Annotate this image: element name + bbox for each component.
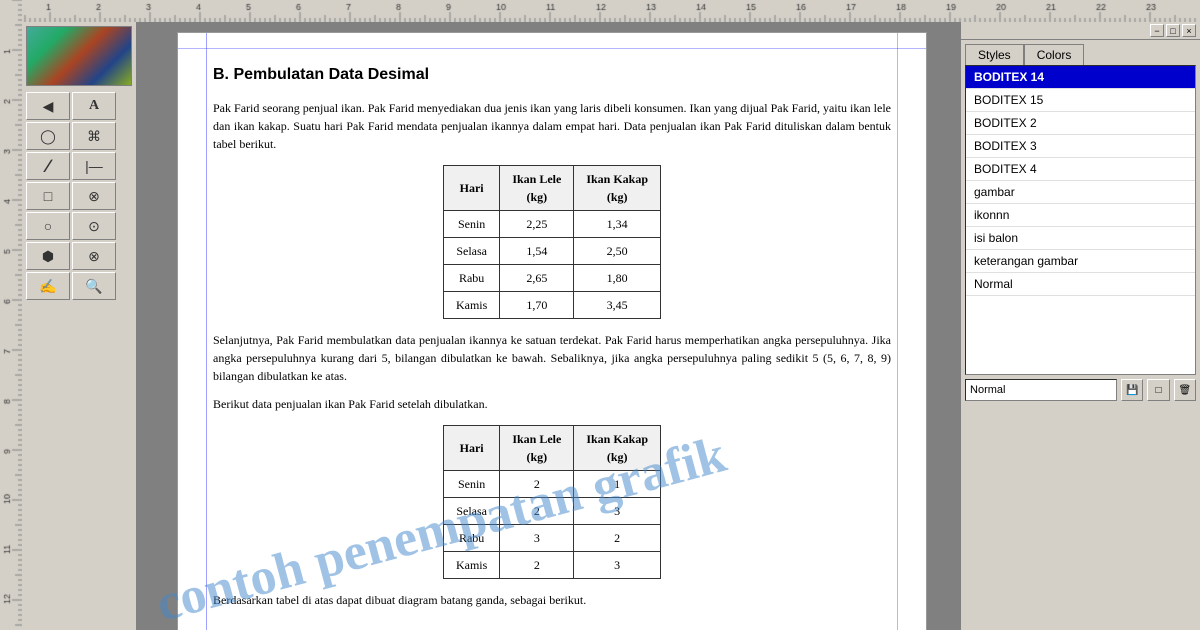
table-row: Kamis1,703,45 (443, 292, 660, 319)
table2-header-lele: Ikan Lele(kg) (500, 426, 574, 471)
select-tool-btn[interactable]: ◀ (26, 92, 70, 120)
paragraph-3: Berikut data penjualan ikan Pak Farid se… (213, 395, 891, 413)
maximize-btn[interactable]: □ (1166, 24, 1180, 37)
styles-list[interactable]: BODITEX 14BODITEX 15BODITEX 2BODITEX 3BO… (965, 65, 1196, 375)
table-row: Senin2,251,34 (443, 211, 660, 238)
ruler-top (0, 0, 1200, 22)
zoom-tool-btn[interactable]: 🔍 (72, 272, 116, 300)
table-2: Hari Ikan Lele(kg) Ikan Kakap(kg) Senin2… (443, 425, 661, 579)
table1-header-lele: Ikan Lele(kg) (500, 166, 574, 211)
table2-header-kakap: Ikan Kakap(kg) (574, 426, 661, 471)
tab-colors[interactable]: Colors (1024, 44, 1085, 65)
panel-tabs: Styles Colors (961, 40, 1200, 65)
document-page: B. Pembulatan Data Desimal Pak Farid seo… (177, 32, 927, 630)
ellipse-tool-btn[interactable]: ◯ (26, 122, 70, 150)
style-list-item[interactable]: keterangan gambar (966, 250, 1195, 273)
toolbar: ◀ A ◯ ⌘ ∕ |— □ ⊗ ○ ⊙ ⬢ ⊗ ✍ 🔍 (22, 22, 137, 630)
crop-tool-btn[interactable]: ⌘ (72, 122, 116, 150)
delete-style-btn[interactable]: 🗑 (1174, 379, 1196, 401)
table-row: Rabu2,651,80 (443, 265, 660, 292)
styles-bottom-bar: 💾 □ 🗑 (961, 375, 1200, 405)
style-list-item[interactable]: isi balon (966, 227, 1195, 250)
table2-header-hari: Hari (443, 426, 499, 471)
style-list-item[interactable]: BODITEX 3 (966, 135, 1195, 158)
style-list-item[interactable]: BODITEX 2 (966, 112, 1195, 135)
line-tool-btn[interactable]: ∕ (26, 152, 70, 180)
page-margin-left (206, 33, 207, 630)
style-list-item[interactable]: Normal (966, 273, 1195, 296)
table1-header-kakap: Ikan Kakap(kg) (574, 166, 661, 211)
main-canvas-area: B. Pembulatan Data Desimal Pak Farid seo… (137, 22, 960, 630)
rect-tool-btn[interactable]: □ (26, 182, 70, 210)
page-margin-right (897, 33, 898, 630)
style-list-item[interactable]: BODITEX 15 (966, 89, 1195, 112)
ruler-left (0, 0, 22, 630)
star-tool-btn[interactable]: ⊙ (72, 212, 116, 240)
save-style-btn[interactable]: 💾 (1121, 379, 1143, 401)
close-btn[interactable]: × (1182, 24, 1196, 37)
paragraph-2: Selanjutnya, Pak Farid membulatkan data … (213, 331, 891, 385)
table-row: Kamis23 (443, 552, 660, 579)
hex2-tool-btn[interactable]: ⊗ (72, 242, 116, 270)
table-1: Hari Ikan Lele(kg) Ikan Kakap(kg) Senin2… (443, 165, 661, 319)
hex-tool-btn[interactable]: ⬢ (26, 242, 70, 270)
table1-header-hari: Hari (443, 166, 499, 211)
table-row: Rabu32 (443, 525, 660, 552)
style-list-item[interactable]: BODITEX 14 (966, 66, 1195, 89)
text-tool-btn[interactable]: A (72, 92, 116, 120)
circle-tool-btn[interactable]: ○ (26, 212, 70, 240)
toolbar-preview (26, 26, 132, 86)
page-title: B. Pembulatan Data Desimal (213, 63, 891, 87)
table-row: Selasa23 (443, 498, 660, 525)
paragraph-1: Pak Farid seorang penjual ikan. Pak Fari… (213, 99, 891, 153)
style-list-item[interactable]: BODITEX 4 (966, 158, 1195, 181)
style-name-field[interactable] (965, 379, 1117, 401)
page-margin-top (178, 48, 926, 49)
tab-styles[interactable]: Styles (965, 44, 1024, 65)
hand-tool-btn[interactable]: ✍ (26, 272, 70, 300)
cross-tool-btn[interactable]: ⊗ (72, 182, 116, 210)
panel-titlebar: − □ × (961, 22, 1200, 40)
minimize-btn[interactable]: − (1150, 24, 1164, 37)
add-style-btn[interactable]: □ (1147, 379, 1169, 401)
table-row: Selasa1,542,50 (443, 238, 660, 265)
paragraph-4: Berdasarkan tabel di atas dapat dibuat d… (213, 591, 891, 609)
table-row: Senin21 (443, 471, 660, 498)
style-list-item[interactable]: gambar (966, 181, 1195, 204)
style-list-item[interactable]: ikonnn (966, 204, 1195, 227)
styles-panel: − □ × Styles Colors BODITEX 14BODITEX 15… (960, 22, 1200, 630)
minus-tool-btn[interactable]: |— (72, 152, 116, 180)
